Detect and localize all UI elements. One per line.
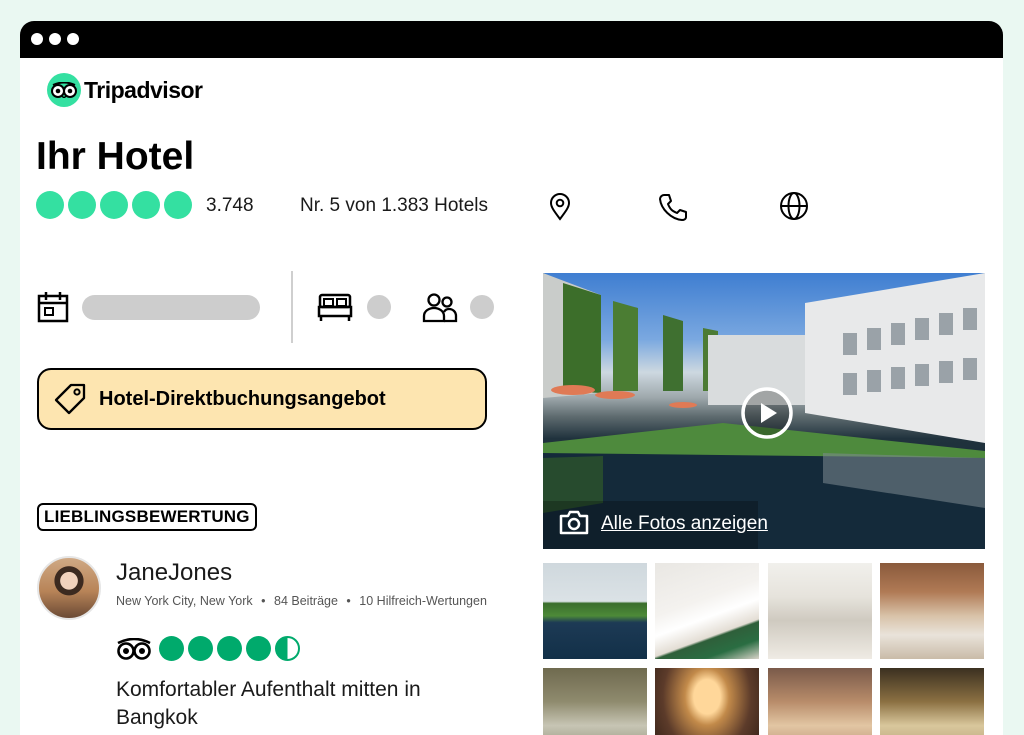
browser-window: Tripadvisor Ihr Hotel 3.748 Nr. 5 von 1.… xyxy=(20,21,1003,735)
rating-bubble xyxy=(100,191,128,219)
review-count[interactable]: 3.748 xyxy=(206,195,254,217)
photo-thumbnail[interactable] xyxy=(880,563,984,659)
see-all-photos-link[interactable]: Alle Fotos anzeigen xyxy=(601,513,768,535)
owl-icon xyxy=(116,637,152,660)
reviewer-helpful-votes: 10 Hilfreich-Wertungen xyxy=(359,594,487,608)
guests-icon[interactable] xyxy=(422,291,458,328)
date-range-field[interactable] xyxy=(82,295,260,320)
reviewer-contributions: 84 Beiträge xyxy=(274,594,338,608)
review-rating xyxy=(116,636,300,661)
review-bubble-half xyxy=(275,636,300,661)
rating-bubble xyxy=(68,191,96,219)
owl-icon xyxy=(47,73,81,107)
hotel-title: Ihr Hotel xyxy=(36,135,195,178)
camera-icon xyxy=(558,509,590,540)
window-titlebar xyxy=(20,21,1003,58)
photo-thumbnail[interactable] xyxy=(880,668,984,735)
globe-icon[interactable] xyxy=(779,191,809,226)
photo-thumbnail[interactable] xyxy=(543,668,647,735)
review-bubble xyxy=(159,636,184,661)
photo-thumbnail[interactable] xyxy=(543,563,647,659)
rating-bubble xyxy=(36,191,64,219)
reviewer-location: New York City, New York xyxy=(116,594,253,608)
window-dot xyxy=(49,33,61,45)
calendar-icon[interactable] xyxy=(37,291,69,328)
window-dot xyxy=(67,33,79,45)
photo-thumbnail[interactable] xyxy=(768,563,872,659)
location-pin-icon[interactable] xyxy=(548,193,572,226)
rating-bubble xyxy=(164,191,192,219)
rating-bubbles xyxy=(36,191,192,219)
photo-thumbnail[interactable] xyxy=(655,668,759,735)
bed-icon[interactable] xyxy=(317,292,353,327)
rating-bubble xyxy=(132,191,160,219)
guests-value[interactable] xyxy=(470,295,494,319)
window-dot xyxy=(31,33,43,45)
review-bubble xyxy=(188,636,213,661)
hotel-rank[interactable]: Nr. 5 von 1.383 Hotels xyxy=(300,195,488,217)
tripadvisor-logo[interactable]: Tripadvisor xyxy=(47,73,203,107)
reviewer-name[interactable]: JaneJones xyxy=(116,559,232,587)
photo-thumbnail[interactable] xyxy=(655,563,759,659)
play-video-button[interactable] xyxy=(740,386,794,445)
reviewer-meta: New York City, New York • 84 Beiträge • … xyxy=(116,594,487,608)
rooms-value[interactable] xyxy=(367,295,391,319)
review-bubble xyxy=(246,636,271,661)
deal-label: Hotel-Direktbuchungsangebot xyxy=(99,387,386,410)
review-title[interactable]: Komfortabler Aufenthalt mitten in Bangko… xyxy=(116,676,496,732)
favorite-review-badge: LIEBLINGSBEWERTUNG xyxy=(37,503,257,531)
divider xyxy=(291,271,293,343)
logo-wordmark: Tripadvisor xyxy=(84,76,203,103)
tag-icon xyxy=(53,382,87,416)
review-bubble xyxy=(217,636,242,661)
direct-booking-deal-button[interactable]: Hotel-Direktbuchungsangebot xyxy=(37,368,487,430)
phone-icon[interactable] xyxy=(658,192,688,227)
avatar[interactable] xyxy=(37,556,101,620)
hero-photo[interactable]: Alle Fotos anzeigen xyxy=(543,273,985,549)
photo-thumbnail[interactable] xyxy=(768,668,872,735)
